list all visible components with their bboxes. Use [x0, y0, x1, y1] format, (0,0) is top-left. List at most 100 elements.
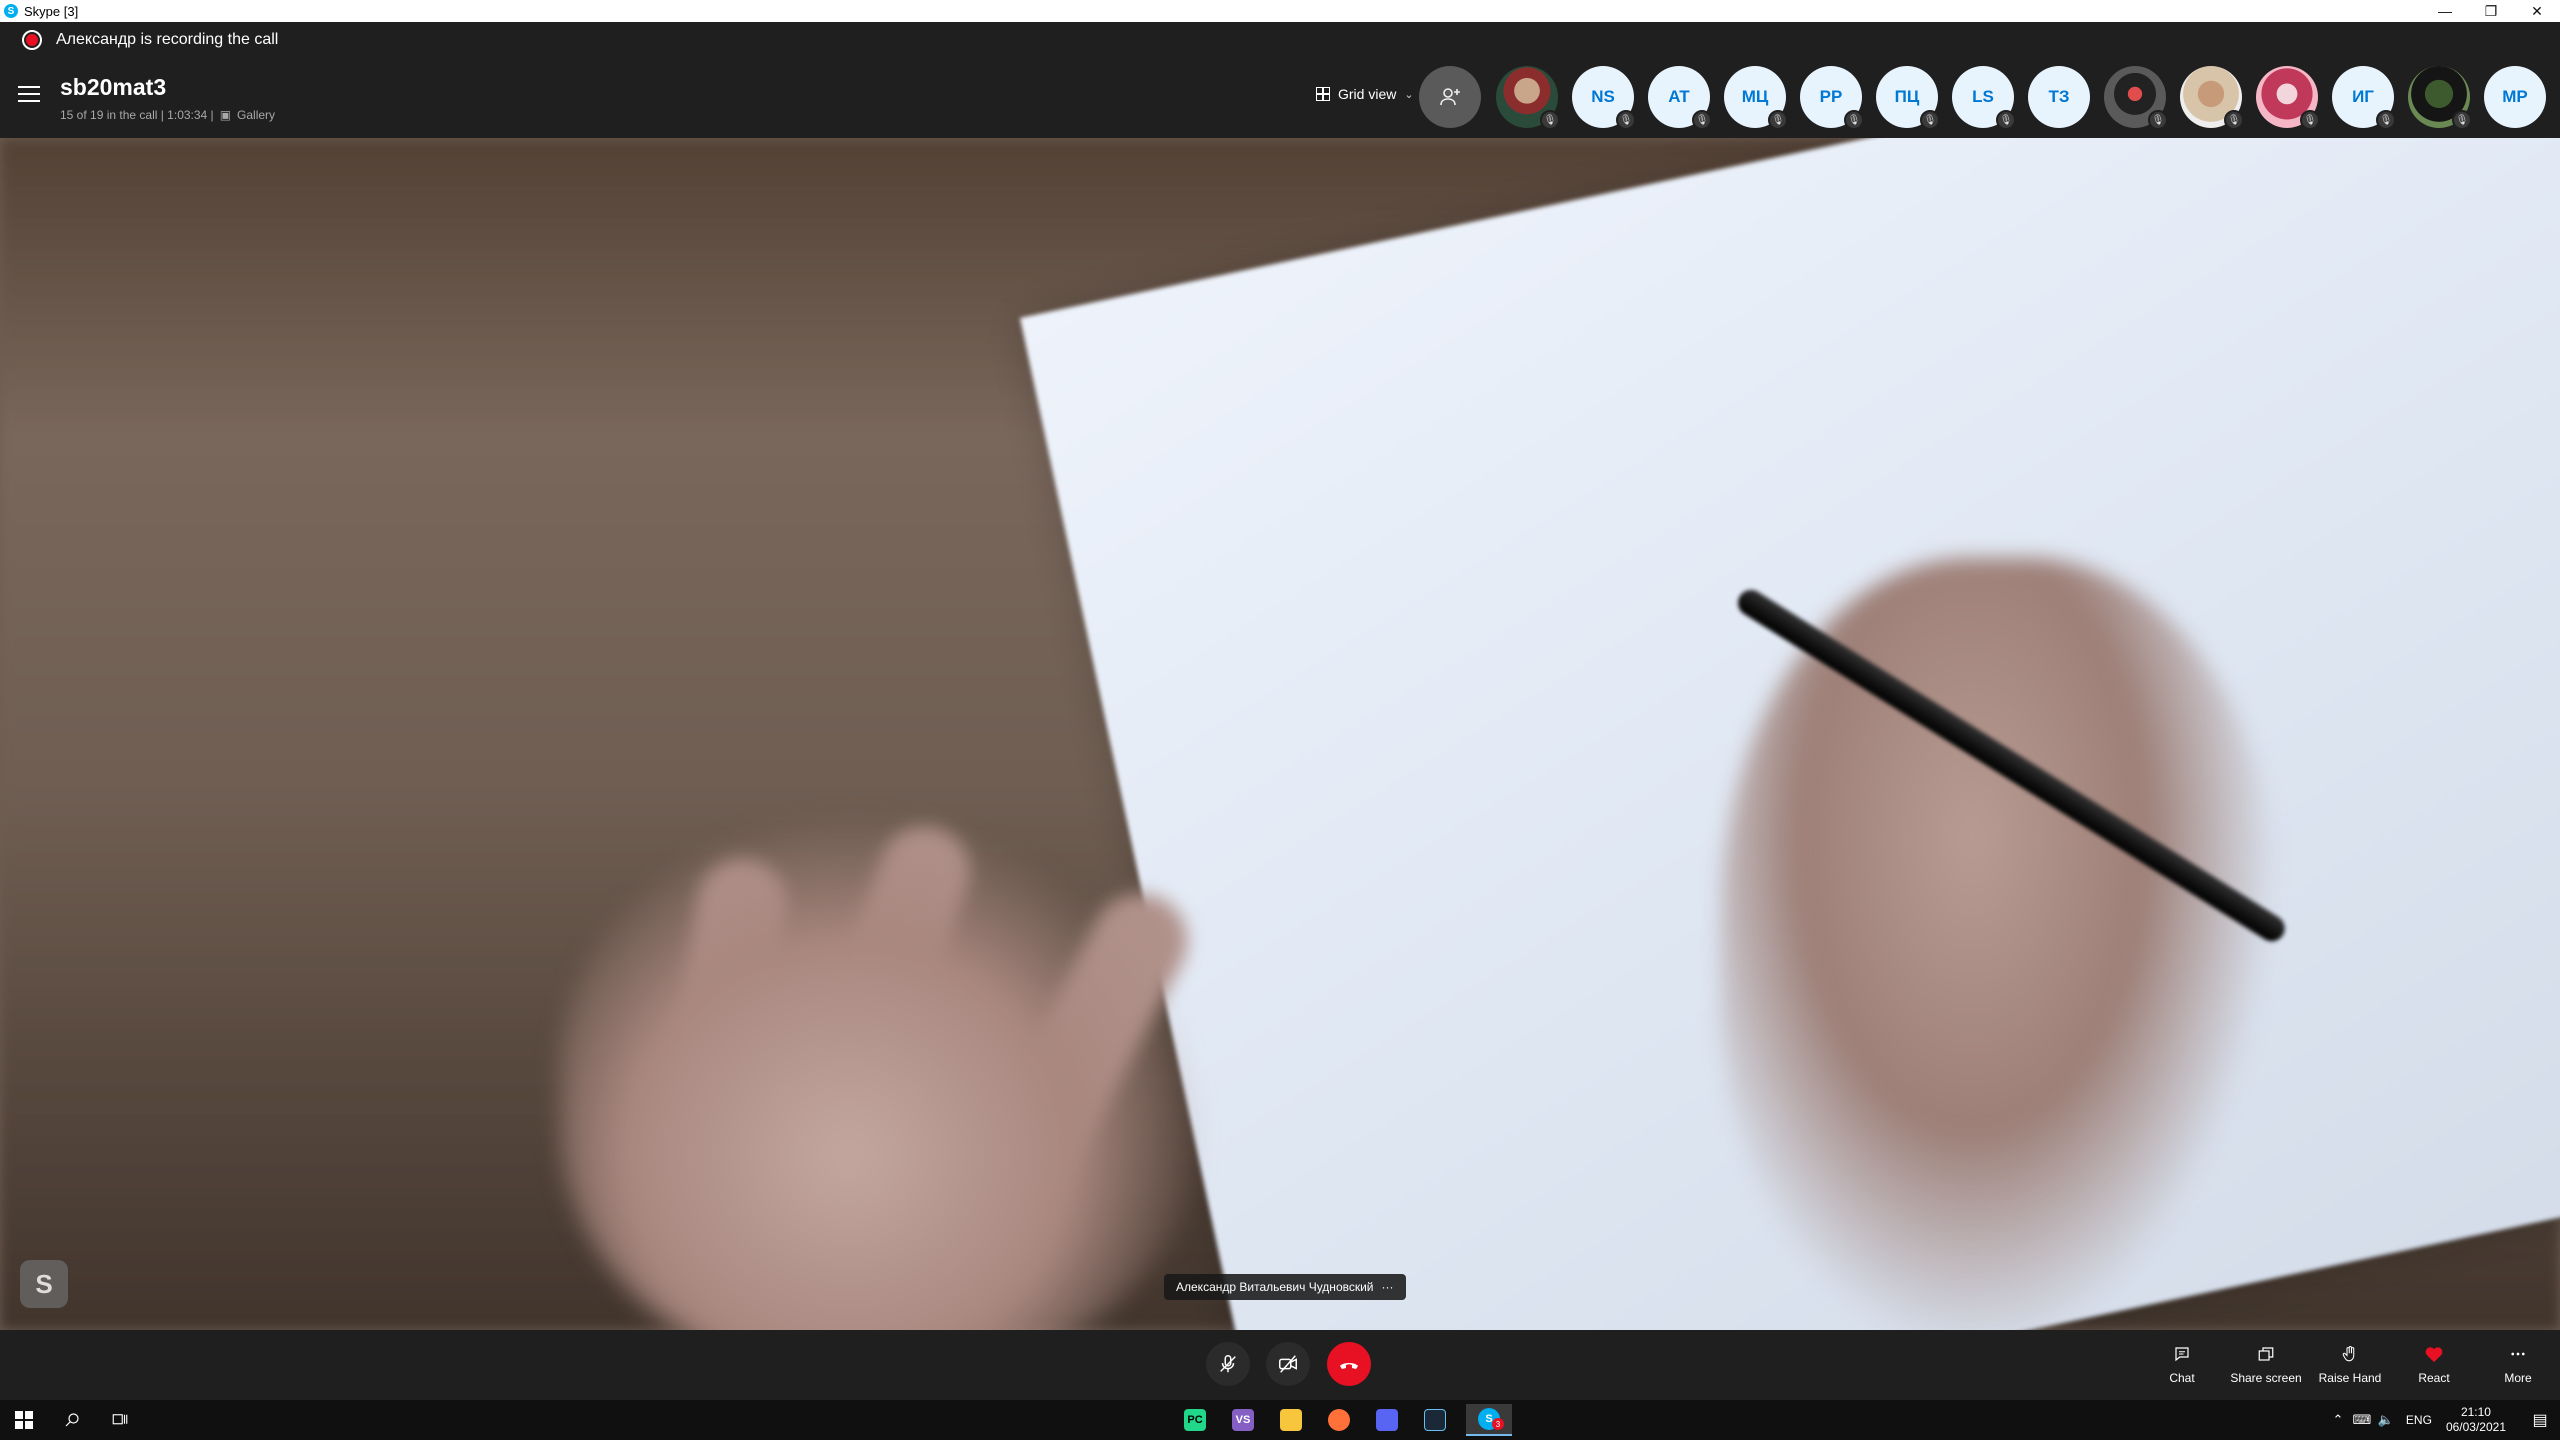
- speaker-name: Александр Витальевич Чудновский: [1176, 1280, 1374, 1294]
- more-button[interactable]: More: [2476, 1330, 2560, 1400]
- language-indicator[interactable]: ENG: [2406, 1413, 2432, 1427]
- participant-initials: LS: [1972, 87, 1994, 106]
- participant-avatar[interactable]: ИГ 🎙: [2332, 66, 2396, 130]
- react-button[interactable]: React: [2392, 1330, 2476, 1400]
- participant-initials: ТЗ: [2048, 87, 2070, 106]
- share-screen-icon: [2257, 1345, 2275, 1363]
- participant-initials: AT: [1668, 87, 1690, 106]
- add-person-icon: [1440, 88, 1460, 106]
- close-button[interactable]: ✕: [2514, 0, 2560, 22]
- video-left-hand: [560, 818, 1200, 1330]
- chat-button[interactable]: Chat: [2140, 1330, 2224, 1400]
- muted-mic-icon: 🎙: [1540, 110, 1560, 130]
- raise-hand-label: Raise Hand: [2318, 1371, 2382, 1385]
- participant-avatar[interactable]: 🎙: [2180, 66, 2244, 130]
- participant-initials: ПЦ: [1894, 87, 1920, 106]
- skype-app-icon: S: [4, 4, 18, 18]
- clock-time: 21:10: [2460, 1405, 2491, 1419]
- hang-up-icon: [1340, 1363, 1358, 1369]
- more-label: More: [2504, 1371, 2532, 1385]
- video-right-hand: [1720, 558, 2280, 1330]
- participant-initials: МЦ: [1741, 87, 1769, 106]
- participant-avatar[interactable]: LS 🎙: [1952, 66, 2016, 130]
- taskbar-file-explorer[interactable]: [1268, 1404, 1314, 1436]
- chat-icon: [2173, 1345, 2191, 1363]
- search-button[interactable]: [48, 1400, 96, 1440]
- speaker-name-tag[interactable]: Александр Витальевич Чудновский ···: [1164, 1274, 1406, 1300]
- muted-mic-icon: 🎙: [2224, 110, 2244, 130]
- participant-avatar[interactable]: МЦ 🎙: [1724, 66, 1788, 130]
- participant-avatar[interactable]: 🎙: [2256, 66, 2320, 130]
- heart-icon: [2424, 1345, 2444, 1363]
- taskbar-steam[interactable]: [1412, 1404, 1458, 1436]
- gallery-icon: ▣: [219, 108, 232, 122]
- video-feed[interactable]: S Александр Витальевич Чудновский ···: [0, 138, 2560, 1330]
- taskbar-skype[interactable]: S 3: [1466, 1404, 1512, 1436]
- chat-label: Chat: [2169, 1371, 2195, 1385]
- clock[interactable]: 21:10 06/03/2021: [2446, 1405, 2506, 1435]
- menu-icon[interactable]: [18, 86, 40, 104]
- participant-avatar[interactable]: AT 🎙: [1648, 66, 1712, 130]
- muted-mic-icon: 🎙: [2376, 110, 2396, 130]
- call-title[interactable]: sb20mat3: [60, 74, 166, 101]
- pycharm-icon: PC: [1184, 1409, 1206, 1431]
- muted-mic-icon: 🎙: [1616, 110, 1636, 130]
- participant-avatar[interactable]: ТЗ: [2028, 66, 2090, 128]
- participant-avatar[interactable]: NS 🎙: [1572, 66, 1636, 130]
- participant-avatar[interactable]: PP 🎙: [1800, 66, 1864, 130]
- recording-text: Александр is recording the call: [56, 31, 279, 48]
- restore-button[interactable]: ❐: [2468, 0, 2514, 22]
- more-options-icon[interactable]: ···: [1382, 1280, 1394, 1294]
- chevron-up-icon[interactable]: ⌃: [2326, 1412, 2350, 1428]
- search-icon: [65, 1413, 79, 1427]
- end-call-button[interactable]: [1327, 1342, 1371, 1386]
- discord-icon: [1376, 1409, 1398, 1431]
- call-controls: Chat Share screen Raise Hand React More: [0, 1330, 2560, 1400]
- taskbar-pycharm[interactable]: PC: [1172, 1404, 1218, 1436]
- muted-mic-icon: 🎙: [1996, 110, 2016, 130]
- volume-icon[interactable]: 🔈: [2374, 1412, 2398, 1428]
- taskbar-visual-studio[interactable]: VS: [1220, 1404, 1266, 1436]
- muted-mic-icon: 🎙: [1692, 110, 1712, 130]
- camera-off-icon: [1279, 1355, 1297, 1373]
- chevron-down-icon: ⌄: [1404, 88, 1414, 101]
- muted-mic-icon: 🎙: [1920, 110, 1940, 130]
- window-title: Skype [3]: [24, 3, 79, 19]
- muted-mic-icon: 🎙: [2452, 110, 2472, 130]
- grid-view-button[interactable]: Grid view ⌄: [1316, 86, 1414, 102]
- participant-avatar[interactable]: MP: [2484, 66, 2546, 128]
- call-tools: Chat Share screen Raise Hand React More: [2140, 1330, 2560, 1400]
- microphone-off-icon: [1220, 1355, 1236, 1373]
- system-tray: ⌃ ⌨ 🔈 ENG 21:10 06/03/2021 ▤: [2326, 1400, 2560, 1440]
- minimize-button[interactable]: —: [2422, 0, 2468, 22]
- raise-hand-button[interactable]: Raise Hand: [2308, 1330, 2392, 1400]
- call-status-text: 15 of 19 in the call | 1:03:34 |: [60, 108, 214, 122]
- participant-avatar[interactable]: 🎙: [2104, 66, 2168, 130]
- network-icon[interactable]: ⌨: [2350, 1412, 2374, 1428]
- add-people-button[interactable]: [1419, 66, 1481, 128]
- participant-initials: ИГ: [2352, 87, 2374, 106]
- participant-avatar[interactable]: 🎙: [2408, 66, 2472, 130]
- task-view-icon: [112, 1414, 128, 1425]
- task-view-button[interactable]: [96, 1400, 144, 1440]
- call-header: sb20mat3 15 of 19 in the call | 1:03:34 …: [0, 58, 2560, 138]
- mute-button[interactable]: [1206, 1342, 1250, 1386]
- participant-avatar[interactable]: ПЦ 🎙: [1876, 66, 1940, 130]
- taskbar-discord[interactable]: [1364, 1404, 1410, 1436]
- participant-initials: PP: [1819, 87, 1843, 106]
- participant-avatar[interactable]: 🎙: [1496, 66, 1560, 130]
- muted-mic-icon: 🎙: [1768, 110, 1788, 130]
- recording-banner: Александр is recording the call: [0, 22, 2560, 58]
- participant-initials: MP: [2502, 87, 2528, 106]
- windows-icon: [15, 1411, 33, 1429]
- taskbar-firefox[interactable]: [1316, 1404, 1362, 1436]
- share-screen-button[interactable]: Share screen: [2224, 1330, 2308, 1400]
- grid-icon: [1316, 87, 1330, 101]
- windows-taskbar: PC VS S 3 ⌃ ⌨ 🔈 ENG 21:10 06/03/2021 ▤: [0, 1400, 2560, 1440]
- share-screen-label: Share screen: [2230, 1371, 2302, 1385]
- gallery-label[interactable]: Gallery: [237, 108, 275, 122]
- camera-button[interactable]: [1266, 1342, 1310, 1386]
- skype-watermark: S: [20, 1260, 68, 1308]
- notification-icon[interactable]: ▤: [2520, 1410, 2560, 1430]
- start-button[interactable]: [0, 1400, 48, 1440]
